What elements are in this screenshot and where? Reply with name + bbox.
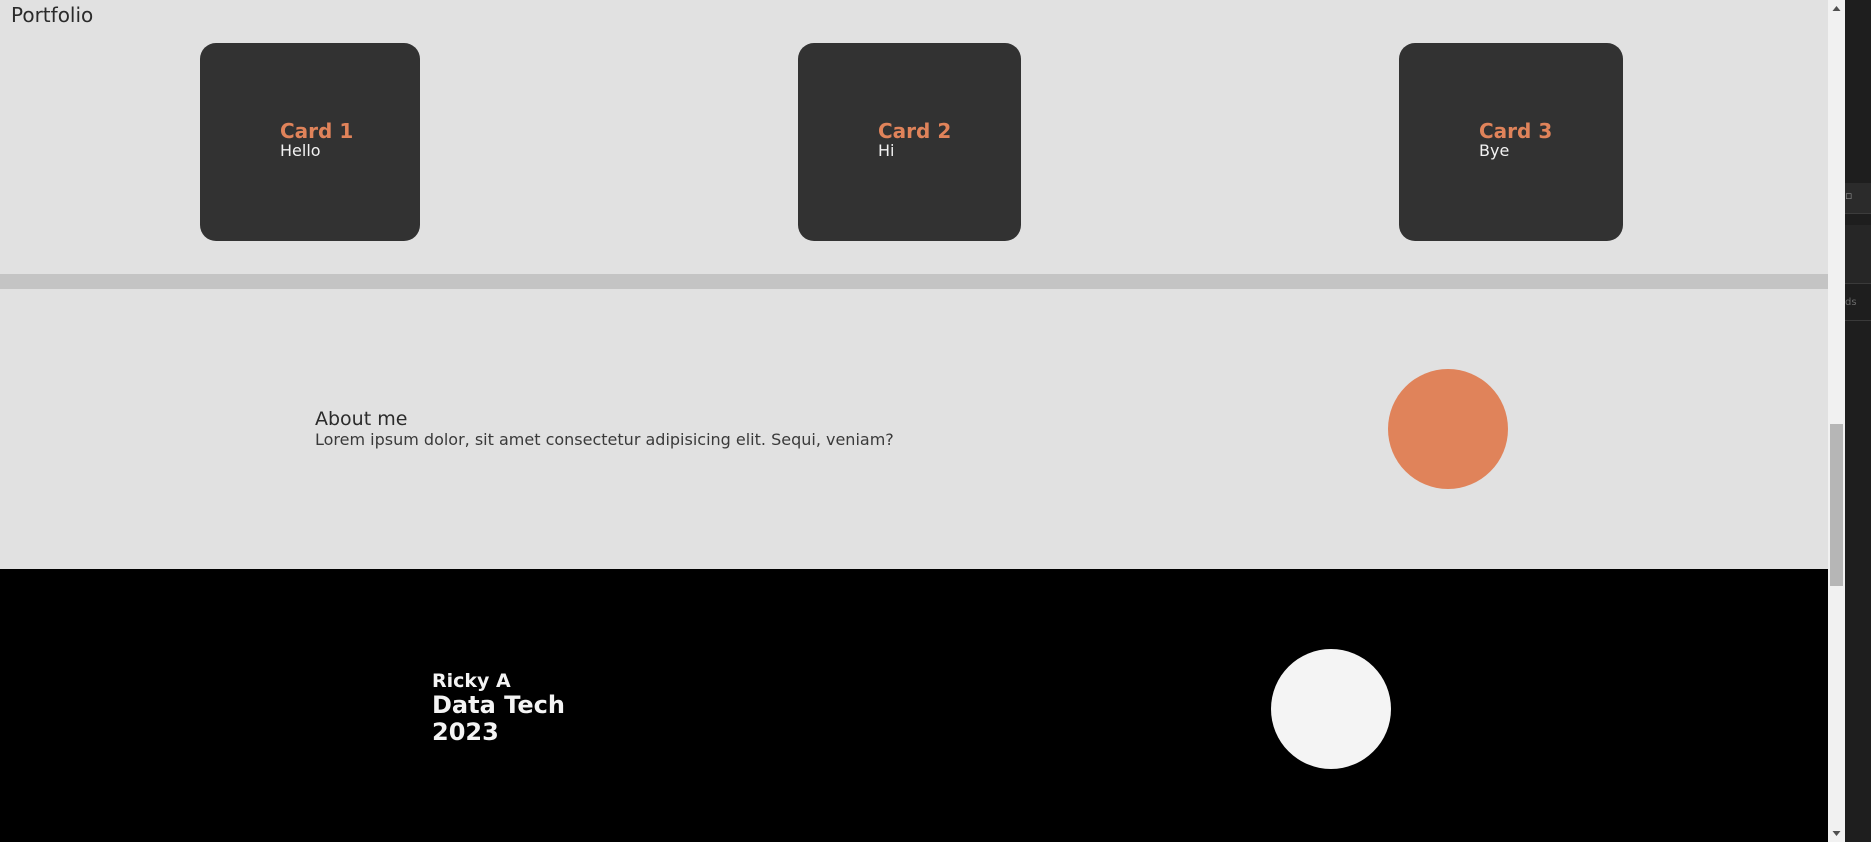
card-title: Card 2 xyxy=(878,119,952,143)
scroll-down-icon[interactable] xyxy=(1828,825,1845,842)
section-divider xyxy=(0,274,1828,289)
scrollbar-thumb[interactable] xyxy=(1830,424,1843,586)
about-heading: About me xyxy=(315,408,408,430)
side-panel: ▫ ds xyxy=(1845,0,1871,842)
portfolio-heading: Portfolio xyxy=(11,3,94,27)
portfolio-card-1[interactable]: Card 1 Hello xyxy=(200,43,420,241)
panel-tab-icon: ▫ xyxy=(1845,189,1853,202)
card-subtitle: Hello xyxy=(280,141,321,160)
card-title: Card 1 xyxy=(280,119,354,143)
about-section: About me Lorem ipsum dolor, sit amet con… xyxy=(0,289,1828,569)
card-subtitle: Bye xyxy=(1479,141,1510,160)
card-title: Card 3 xyxy=(1479,119,1553,143)
about-avatar-circle xyxy=(1388,369,1508,489)
side-panel-tab[interactable]: ▫ xyxy=(1845,183,1871,214)
scroll-up-icon[interactable] xyxy=(1828,0,1845,17)
card-text: Card 3 Bye xyxy=(1479,120,1552,160)
side-panel-row[interactable]: ds xyxy=(1845,290,1871,321)
footer-year: 2023 xyxy=(432,718,499,746)
portfolio-card-3[interactable]: Card 3 Bye xyxy=(1399,43,1623,241)
about-description: Lorem ipsum dolor, sit amet consectetur … xyxy=(315,430,894,449)
side-panel-block xyxy=(1845,225,1871,284)
footer-text-block: Ricky A Data Tech 2023 xyxy=(432,670,565,746)
footer-circle xyxy=(1271,649,1391,769)
page-viewport: Portfolio Card 1 Hello Card 2 Hi Card 3 … xyxy=(0,0,1828,842)
card-subtitle: Hi xyxy=(878,141,895,160)
card-text: Card 2 Hi xyxy=(878,120,951,160)
side-panel-row-text: ds xyxy=(1845,297,1857,308)
portfolio-card-2[interactable]: Card 2 Hi xyxy=(798,43,1021,241)
vertical-scrollbar[interactable] xyxy=(1828,0,1845,842)
footer: Ricky A Data Tech 2023 xyxy=(0,569,1828,842)
portfolio-section: Portfolio Card 1 Hello Card 2 Hi Card 3 … xyxy=(0,0,1828,274)
card-text: Card 1 Hello xyxy=(280,120,353,160)
about-text-block: About me Lorem ipsum dolor, sit amet con… xyxy=(315,408,894,450)
footer-name: Ricky A xyxy=(432,670,511,692)
footer-title: Data Tech xyxy=(432,691,565,719)
